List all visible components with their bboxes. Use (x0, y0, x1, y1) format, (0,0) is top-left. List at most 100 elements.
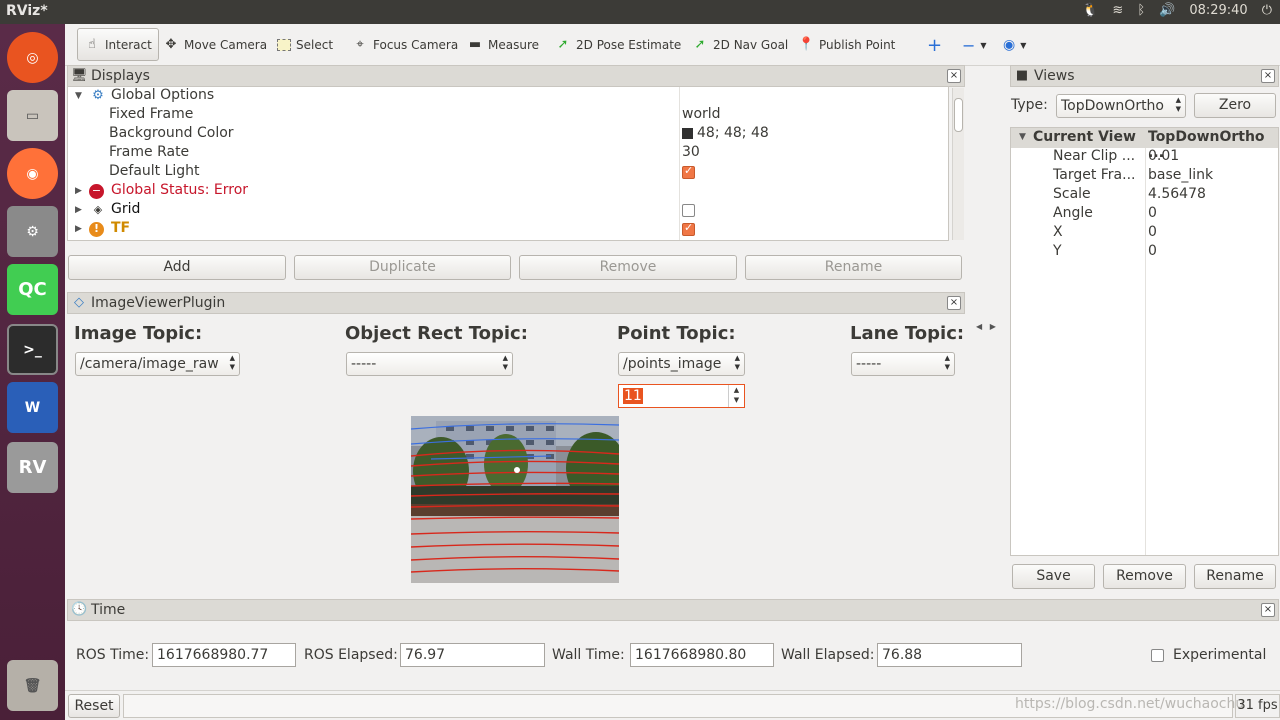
point-size-spinbox[interactable]: 11 ▲ ▼ (618, 384, 745, 408)
ros-elapsed-field[interactable]: 76.97 (400, 643, 545, 667)
view-type-select[interactable]: TopDownOrtho ▲ ▼ (1056, 94, 1186, 118)
expand-arrow-icon[interactable]: ▼ (75, 91, 82, 101)
add-tool-icon[interactable]: + (927, 33, 942, 57)
zero-button[interactable]: Zero (1194, 93, 1276, 118)
ubuntu-icon[interactable]: ◎ (7, 32, 58, 83)
views-title: Views (1034, 68, 1075, 84)
tree-row[interactable]: X 0 (1011, 224, 1278, 243)
point-topic-select[interactable]: /points_image ▲ ▼ (618, 352, 745, 376)
tree-row[interactable]: Near Clip ... 0.01 (1011, 148, 1278, 167)
combo-arrows-icon: ▲ ▼ (229, 354, 235, 371)
add-button[interactable]: Add (68, 255, 286, 280)
experimental-checkbox[interactable] (1151, 649, 1164, 662)
power-icon[interactable]: ⏻ (1262, 3, 1272, 18)
interact-tool[interactable]: ☝ Interact (77, 28, 159, 61)
monitor-icon: 🖥 (71, 68, 88, 83)
rename-view-button[interactable]: Rename (1194, 564, 1276, 589)
remove-button[interactable]: Remove (519, 255, 737, 280)
object-rect-topic-select[interactable]: ----- ▲ ▼ (346, 352, 513, 376)
time-title: Time (91, 602, 126, 618)
camera-icon: ■ (1015, 68, 1029, 83)
current-view-row[interactable]: ▼ Current View TopDownOrtho ... (1011, 128, 1278, 161)
rename-button[interactable]: Rename (745, 255, 962, 280)
volume-icon[interactable]: 🔊 (1159, 3, 1175, 18)
wifi-icon[interactable]: ≋ (1112, 3, 1123, 18)
tree-row[interactable]: Y 0 (1011, 243, 1278, 262)
panels-eye-icon[interactable]: ◉ ▼ (1003, 33, 1026, 57)
wall-time-field[interactable]: 1617668980.80 (630, 643, 774, 667)
firefox-icon[interactable]: ◉ (7, 148, 58, 199)
tree-row[interactable]: Background Color 48; 48; 48 (68, 125, 948, 144)
wall-elapsed-field[interactable]: 76.88 (877, 643, 1022, 667)
settings-icon[interactable]: ⚙ (7, 206, 58, 257)
image-topic-select[interactable]: /camera/image_raw ▲ ▼ (75, 352, 240, 376)
row-value[interactable]: 0 (1148, 205, 1157, 221)
splitter-arrows-icon[interactable]: ◀ ▶ (976, 322, 996, 331)
views-tree: ▼ Current View TopDownOrtho ... Near Cli… (1010, 127, 1279, 556)
bluetooth-icon[interactable]: ᛒ (1137, 3, 1145, 18)
close-icon[interactable]: × (947, 69, 961, 83)
close-icon[interactable]: × (1261, 69, 1275, 83)
nav-goal-tool[interactable]: ➚ 2D Nav Goal (692, 33, 789, 57)
image-topic-value: /camera/image_raw (80, 356, 219, 372)
tree-row[interactable]: ▼ ⚙ Global Options (68, 87, 948, 106)
row-value[interactable]: 0 (1148, 243, 1157, 259)
tree-row[interactable]: ▶ ! TF (68, 220, 948, 239)
close-icon[interactable]: × (947, 296, 961, 310)
expand-arrow-icon[interactable]: ▶ (75, 205, 82, 215)
remove-tool-icon[interactable]: − ▼ (962, 33, 987, 57)
qt-creator-icon[interactable]: QC (7, 264, 58, 315)
row-value[interactable]: 0 (1148, 224, 1157, 240)
tree-row[interactable]: ▶ ◈ Grid (68, 201, 948, 220)
tree-row[interactable]: Fixed Frame world (68, 106, 948, 125)
publish-point-label: Publish Point (819, 38, 896, 52)
tree-row[interactable]: Default Light (68, 163, 948, 182)
tree-row[interactable]: Scale 4.56478 (1011, 186, 1278, 205)
trash-icon[interactable]: 🗑 (7, 660, 58, 711)
default-light-checkbox[interactable] (682, 164, 695, 179)
autoware-icon[interactable]: W (7, 382, 58, 433)
reset-button[interactable]: Reset (68, 694, 120, 718)
measure-tool[interactable]: ▬ Measure (467, 33, 539, 57)
row-name: X (1053, 224, 1063, 240)
tux-icon[interactable]: 🐧 (1082, 3, 1098, 18)
clock[interactable]: 08:29:40 (1189, 3, 1247, 18)
move-camera-tool[interactable]: ✥ Move Camera (163, 33, 268, 57)
focus-camera-tool[interactable]: ⌖ Focus Camera (352, 33, 458, 57)
tree-row[interactable]: Target Fra... base_link (1011, 167, 1278, 186)
duplicate-button[interactable]: Duplicate (294, 255, 511, 280)
pose-estimate-tool[interactable]: ➚ 2D Pose Estimate (555, 33, 682, 57)
tree-row[interactable]: Angle 0 (1011, 205, 1278, 224)
object-rect-topic-label: Object Rect Topic: (345, 323, 528, 344)
expand-arrow-icon[interactable]: ▶ (75, 224, 82, 234)
ros-time-label: ROS Time: (76, 647, 150, 663)
row-value[interactable]: 0.01 (1148, 148, 1179, 164)
displays-scrollbar[interactable] (952, 88, 964, 240)
grid-checkbox[interactable] (682, 203, 695, 217)
scroll-thumb[interactable] (954, 98, 963, 132)
ros-time-field[interactable]: 1617668980.77 (152, 643, 296, 667)
row-value[interactable]: world (682, 106, 721, 122)
tf-checkbox[interactable] (682, 221, 695, 236)
row-value[interactable]: 48; 48; 48 (682, 125, 769, 141)
publish-point-tool[interactable]: 📍 Publish Point (798, 33, 895, 57)
object-rect-value: ----- (351, 356, 377, 372)
spin-arrows-icon[interactable]: ▲ ▼ (728, 385, 744, 407)
tree-row[interactable]: ▶ − Global Status: Error (68, 182, 948, 201)
lane-topic-select[interactable]: ----- ▲ ▼ (851, 352, 955, 376)
save-view-button[interactable]: Save (1012, 564, 1095, 589)
files-icon[interactable]: ▭ (7, 90, 58, 141)
expand-arrow-icon[interactable]: ▼ (1019, 132, 1026, 142)
close-icon[interactable]: × (1261, 603, 1275, 617)
row-value[interactable]: 30 (682, 144, 700, 160)
row-name: Angle (1053, 205, 1093, 221)
select-tool[interactable]: Select (277, 33, 333, 57)
row-value[interactable]: 4.56478 (1148, 186, 1206, 202)
expand-arrow-icon[interactable]: ▶ (75, 186, 82, 196)
remove-view-button[interactable]: Remove (1103, 564, 1186, 589)
tree-row[interactable]: Frame Rate 30 (68, 144, 948, 163)
terminal-icon[interactable]: >_ (7, 324, 58, 375)
row-value[interactable]: base_link (1148, 167, 1213, 183)
fps-display: 31 fps (1235, 694, 1280, 718)
rviz-icon[interactable]: RV (7, 442, 58, 493)
